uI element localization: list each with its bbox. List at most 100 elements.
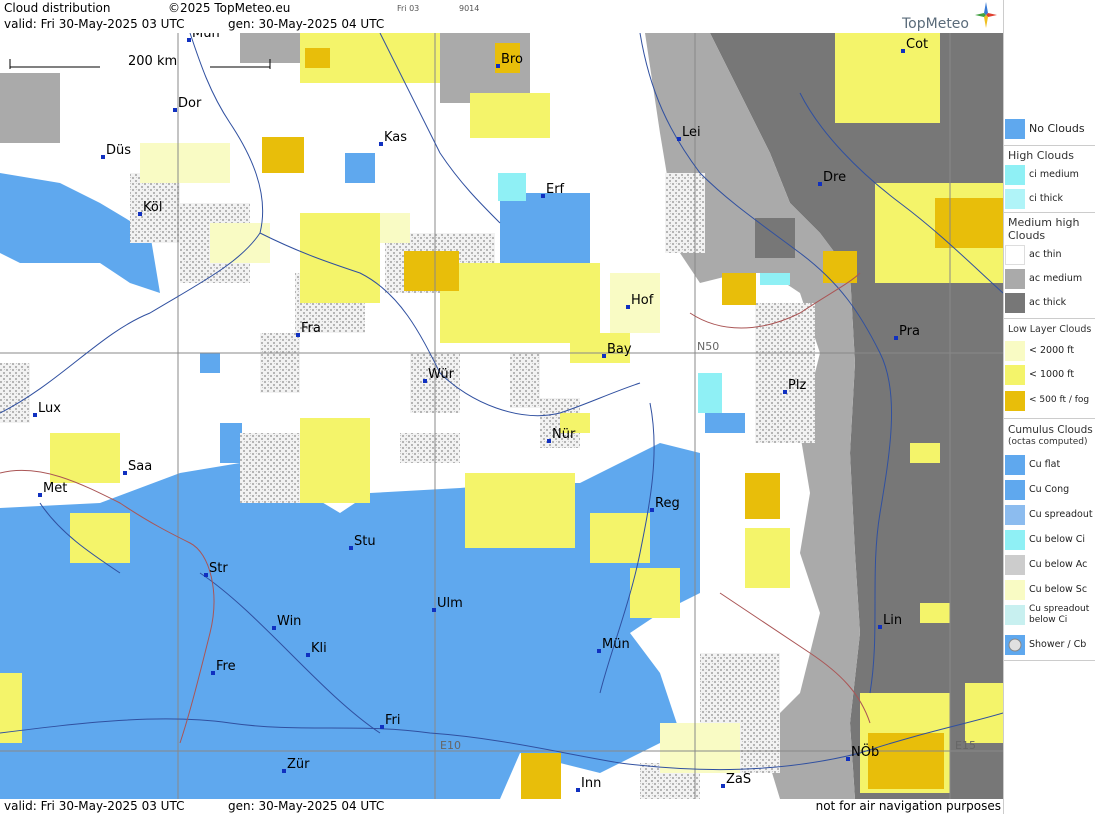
city-dot [626,305,630,309]
low-1000-s [465,473,575,548]
city-label: Wür [428,367,455,382]
city-label: Hof [631,293,654,308]
legend-label: Cu spreadout [1029,604,1090,614]
low-1000-sw [300,418,370,503]
swatch-cu-spreadout [1005,505,1025,525]
ci-medium-east [760,273,790,285]
swatch-ac-medium [1005,269,1025,289]
ci-medium-erf [498,173,526,201]
footer-disclaimer: not for air navigation purposes [815,799,1001,813]
legend-no-clouds: No Clouds [1004,118,1095,140]
city-label: Lux [38,401,61,416]
legend-label: Cu spreadout [1029,509,1093,520]
swatch-shower [1005,635,1025,655]
city-label: Erf [546,182,565,197]
swatch-cu-below-ci [1005,530,1025,550]
shower-icon [1008,638,1022,652]
copyright-text: ©2025 TopMeteo.eu [168,1,291,15]
grid-label-e15: E15 [955,739,976,752]
city-label: Stu [354,534,376,549]
city-dot [33,413,37,417]
map-header: Cloud distribution ©2025 TopMeteo.eu val… [0,0,1003,33]
no-clouds-erf [500,193,590,263]
low-1000-saa [50,433,120,483]
low-2000-1 [140,143,230,183]
low-1000-e [910,443,940,463]
legend-label: No Clouds [1029,122,1085,135]
city-label: Ulm [437,596,463,611]
city-label: Mün [602,637,630,652]
fog-mid [404,251,459,291]
swatch-cu-below-ac [1005,555,1025,575]
ac-medium-nw [0,73,60,143]
no-clouds-spot [220,423,242,463]
legend-cu-flat: Cu flat [1004,454,1095,476]
city-label: Mün [192,33,220,41]
city-label: Dre [823,170,846,185]
city-dot [846,757,850,761]
legend-label: Shower / Cb [1029,639,1087,650]
legend-cu-below-ci: Cu below Ci [1004,529,1095,551]
footer-valid: valid: Fri 30-May-2025 03 UTC [4,799,185,813]
grid-label-e10: E10 [440,739,461,752]
low-2000-4 [660,723,740,773]
low-1000-mun-n [630,568,680,618]
city-dot [901,49,905,53]
legend-medium-head-2: Clouds [1008,229,1046,242]
cu-below-ac-11 [755,303,815,443]
legend-high-head: High Clouds [1008,149,1074,162]
legend-label: ci medium [1029,169,1079,180]
cu-below-ac-14 [260,333,300,393]
legend-label: ac thick [1029,297,1067,308]
city-dot [423,379,427,383]
fog-hof-e [722,273,756,305]
legend-ci-thick: ci thick [1004,188,1095,210]
city-dot [878,625,882,629]
legend-label: Cu Cong [1029,484,1070,495]
legend-label: Cu below Sc [1029,584,1088,595]
legend-cu-spreadout: Cu spreadout [1004,504,1095,526]
swatch-ac-thin [1005,245,1025,265]
cloud-map-canvas[interactable]: 200 km N50 E10 E15 MünBroCotDorKas LeiDü… [0,33,1003,799]
low-1000-se [965,683,1003,743]
city-label: Nür [552,427,576,442]
cloud-map[interactable]: 200 km N50 E10 E15 Mün Bro Cot Dor Kas L… [0,33,1003,799]
city-dot [894,336,898,340]
swatch-cu-below-sc [1005,580,1025,600]
city-dot [282,769,286,773]
city-label: Lin [883,613,902,628]
valid-time: valid: Fri 30-May-2025 03 UTC [4,17,185,31]
city-dot [597,649,601,653]
legend-label: ci thick [1029,193,1063,204]
city-dot [204,573,208,577]
legend-cu-below-sc: Cu below Sc [1004,579,1095,601]
city-dot [432,608,436,612]
legend-label: Cu below Ac [1029,559,1088,570]
swatch-ci-medium [1005,165,1025,185]
low-1000-e2 [920,603,950,623]
city-label: Bro [501,52,523,67]
city-dot [496,64,500,68]
city-dot [677,137,681,141]
city-dot [650,508,654,512]
no-clouds-fra [200,353,220,373]
city-dot [211,671,215,675]
city-dot [721,784,725,788]
swatch-cu-spread-ci [1005,605,1025,625]
city-label: Köl [143,200,162,215]
cu-below-ac-7 [240,433,300,503]
city-label: Plz [788,378,806,393]
legend-panel: No Clouds High Clouds ci medium ci thick… [1003,0,1095,814]
topmeteo-logo: TopMeteo [902,2,997,32]
city-label: Kli [311,641,327,656]
cu-below-ac-8 [400,433,460,463]
city-label: Reg [655,496,680,511]
grid-label-n50: N50 [697,340,719,353]
city-dot [138,212,142,216]
legend-ac-thin: ac thin [1004,244,1095,266]
city-label: Pra [899,324,920,339]
legend-cu-cong: Cu Cong [1004,479,1095,501]
low-1000-bro [470,93,550,138]
run-code: Fri 03 [397,4,420,13]
city-label: Cot [906,37,928,52]
